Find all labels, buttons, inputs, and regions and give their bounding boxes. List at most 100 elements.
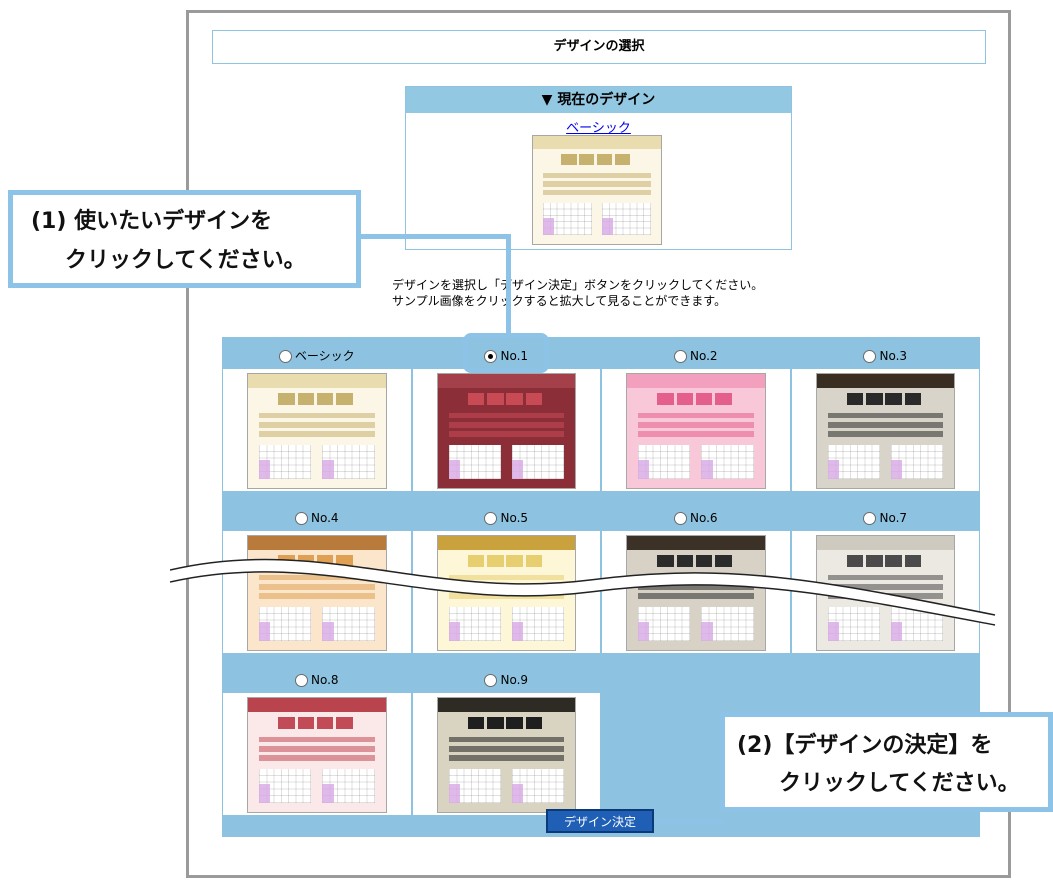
thumbnail-bar — [259, 421, 375, 428]
thumbnail-header — [248, 698, 386, 712]
design-option-4[interactable]: No.3 — [791, 343, 981, 369]
thumbnail-calendar-highlight — [602, 217, 613, 236]
thumbnail-button — [316, 393, 334, 405]
design-option-label: No.5 — [500, 511, 529, 525]
instruction-line-1: デザインを選択し「デザイン決定」ボタンをクリックしてください。 — [392, 278, 764, 292]
design-thumbnail[interactable] — [815, 373, 955, 489]
thumbnail-header — [248, 374, 386, 388]
page-title: デザインの選択 — [212, 30, 986, 64]
thumbnail-button — [487, 393, 504, 405]
design-thumbnail[interactable] — [247, 373, 387, 489]
thumbnail-calendar — [511, 768, 564, 803]
design-option-3[interactable]: No.2 — [601, 343, 791, 369]
design-option-label: No.7 — [879, 511, 908, 525]
design-option-label: No.3 — [879, 349, 908, 363]
radio-button[interactable] — [294, 673, 308, 687]
thumbnail-bar — [543, 181, 651, 187]
callout-step-1: (1) 使いたいデザインを クリックしてください。 — [8, 190, 361, 288]
thumbnail-bar — [543, 190, 651, 196]
thumbnail-button — [676, 393, 693, 405]
thumbnail-calendar-highlight — [701, 460, 713, 479]
design-option-6[interactable]: No.5 — [412, 505, 602, 531]
callout-connector — [506, 234, 511, 334]
radio-button[interactable] — [278, 349, 292, 363]
current-design-link[interactable]: ベーシック — [406, 117, 791, 136]
thumbnail-calendar — [827, 444, 880, 479]
thumbnail-calendar-highlight — [448, 784, 460, 803]
thumbnail-button — [506, 393, 523, 405]
thumbnail-button — [506, 717, 523, 729]
thumbnail-bar — [259, 736, 375, 743]
callout-1-line-2: クリックしてください。 — [65, 248, 306, 273]
thumbnail-button — [657, 393, 674, 405]
thumbnail-bar — [259, 745, 375, 752]
thumbnail-bar — [638, 421, 754, 428]
instructions: デザインを選択し「デザイン決定」ボタンをクリックしてください。 サンプル画像をク… — [392, 277, 763, 309]
thumbnail-button — [614, 154, 631, 166]
thumbnail-bar — [827, 421, 943, 428]
thumbnail-calendar — [701, 444, 754, 479]
design-option-5[interactable]: No.4 — [222, 505, 412, 531]
thumbnail-bar — [448, 736, 564, 743]
design-option-8[interactable]: No.7 — [791, 505, 981, 531]
current-design-header: ▼ 現在のデザイン — [406, 87, 791, 113]
radio-button[interactable] — [673, 511, 687, 525]
thumbnail-button — [885, 393, 902, 405]
thumbnail-button — [467, 717, 485, 729]
decide-design-button[interactable]: デザイン決定 — [546, 809, 654, 833]
callout-2-line-2: クリックしてください。 — [779, 771, 1020, 796]
thumbnail-button — [297, 717, 314, 729]
radio-button[interactable] — [484, 511, 498, 525]
thumbnail-button — [866, 393, 883, 405]
radio-button[interactable] — [863, 511, 877, 525]
thumbnail-calendar-highlight — [890, 460, 903, 479]
thumbnail-bar — [543, 172, 651, 179]
thumbnail-button — [904, 393, 921, 405]
thumbnail-bar — [448, 412, 564, 419]
break-marker — [170, 558, 996, 626]
thumbnail-button — [561, 154, 577, 166]
thumbnail-button — [278, 393, 295, 405]
thumbnail-header — [437, 698, 575, 712]
design-thumbnail[interactable] — [247, 697, 387, 813]
design-option-label: No.4 — [310, 511, 339, 525]
thumbnail-bar — [259, 431, 375, 437]
design-option-7[interactable]: No.6 — [601, 505, 791, 531]
thumbnail-calendar — [511, 444, 564, 479]
radio-button[interactable] — [863, 349, 877, 363]
callout-2-line-1: (2)【デザインの決定】を — [737, 733, 993, 758]
current-design-box: ▼ 現在のデザイン ベーシック — [405, 86, 792, 250]
thumbnail-calendar — [890, 444, 943, 479]
design-option-10[interactable]: No.9 — [412, 667, 602, 693]
callout-1-line-1: (1) 使いたいデザインを — [31, 209, 273, 234]
design-thumbnail[interactable] — [626, 373, 766, 489]
thumbnail-calendar-highlight — [322, 460, 334, 479]
thumbnail-button — [487, 717, 504, 729]
thumbnail-button — [525, 393, 542, 405]
thumbnail-bar — [638, 431, 754, 437]
design-option-1[interactable]: ベーシック — [222, 343, 412, 369]
current-design-thumbnail[interactable] — [532, 135, 662, 245]
selection-highlight — [463, 333, 549, 373]
thumbnail-button — [336, 717, 353, 729]
thumbnail-bar — [448, 431, 564, 437]
thumbnail-button — [846, 393, 864, 405]
design-option-9[interactable]: No.8 — [222, 667, 412, 693]
radio-button[interactable] — [294, 511, 308, 525]
radio-button[interactable] — [484, 673, 498, 687]
thumbnail-header — [816, 374, 954, 388]
thumbnail-calendar — [259, 768, 312, 803]
thumbnail-calendar — [638, 444, 691, 479]
thumbnail-button — [695, 393, 713, 405]
radio-button[interactable] — [673, 349, 687, 363]
design-thumbnail[interactable] — [436, 697, 576, 813]
thumbnail-header — [627, 374, 765, 388]
thumbnail-button — [597, 154, 613, 166]
callout-connector — [654, 819, 724, 824]
design-thumbnail[interactable] — [436, 373, 576, 489]
thumbnail-calendar-highlight — [259, 784, 271, 803]
thumbnail-calendar — [448, 768, 501, 803]
design-option-label: No.9 — [500, 673, 529, 687]
thumbnail-calendar — [322, 768, 375, 803]
callout-connector — [361, 234, 511, 239]
